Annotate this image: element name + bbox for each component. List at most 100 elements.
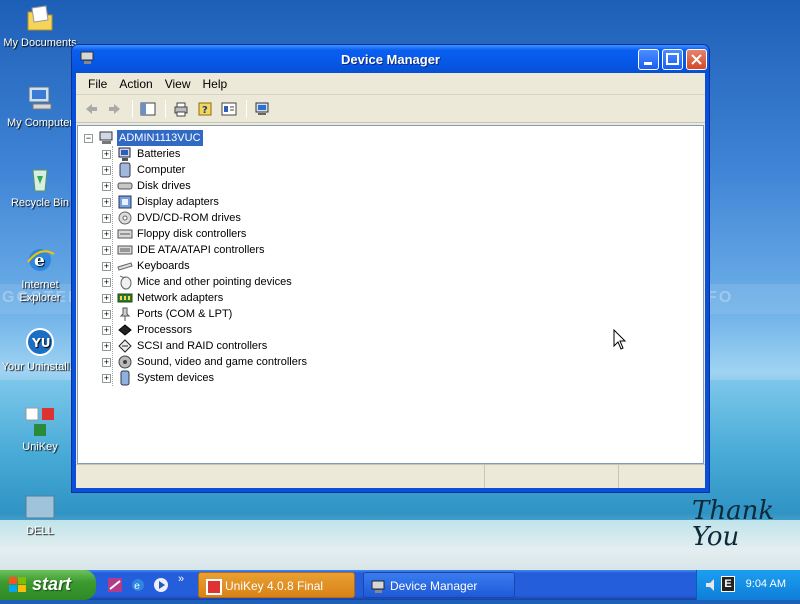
tree-item-computer[interactable]: + Computer bbox=[84, 162, 344, 178]
properties-icon bbox=[221, 102, 237, 115]
expand-icon[interactable]: + bbox=[102, 294, 111, 303]
toolbar-separator bbox=[246, 99, 247, 118]
help-icon: ? bbox=[198, 102, 212, 116]
tree-item-label: Sound, video and game controllers bbox=[137, 356, 307, 368]
menu-bar: File Action View Help bbox=[76, 73, 705, 95]
svg-text:YU: YU bbox=[31, 336, 50, 350]
expand-icon[interactable]: + bbox=[102, 278, 111, 287]
quicklaunch-internet-explorer-icon[interactable]: e bbox=[130, 577, 146, 593]
expand-icon[interactable]: + bbox=[102, 326, 111, 335]
desktop-icon-internet-explorer[interactable]: e Internet Explorer bbox=[0, 244, 80, 305]
device-tree-pane[interactable]: − ADMIN1113VUC + Batteries + Computer + Disk … bbox=[77, 125, 704, 464]
show-hide-console-tree-button[interactable] bbox=[137, 98, 159, 120]
internet-explorer-icon: e bbox=[24, 244, 56, 276]
network-adapter-icon bbox=[117, 290, 133, 306]
device-tree: − ADMIN1113VUC + Batteries + Computer + Disk … bbox=[84, 130, 384, 386]
expand-icon[interactable]: + bbox=[102, 374, 111, 383]
unikey-icon bbox=[24, 406, 56, 438]
sound-icon bbox=[117, 354, 133, 370]
unikey-tray-icon[interactable]: E bbox=[721, 576, 735, 592]
computer-icon bbox=[24, 82, 56, 114]
back-button[interactable] bbox=[80, 98, 102, 120]
desktop-icon-dell[interactable]: DELL bbox=[0, 490, 80, 538]
menu-action[interactable]: Action bbox=[113, 75, 158, 93]
menu-view[interactable]: View bbox=[159, 75, 197, 93]
dell-folder-icon bbox=[24, 490, 56, 522]
tree-root-label: ADMIN1113VUC bbox=[117, 130, 203, 146]
expand-icon[interactable]: + bbox=[102, 230, 111, 239]
dvd-icon bbox=[117, 210, 133, 226]
tree-item-label: Network adapters bbox=[137, 292, 224, 304]
start-button[interactable]: start bbox=[0, 570, 96, 600]
show-hide-tree-icon bbox=[140, 102, 156, 115]
tree-item-scsi-and-raid-controllers[interactable]: + SCSI and RAID controllers bbox=[84, 338, 344, 354]
window-title: Device Manager bbox=[341, 52, 440, 67]
expand-icon[interactable]: + bbox=[102, 166, 111, 175]
clock[interactable]: 9:04 AM bbox=[746, 578, 786, 590]
expand-icon[interactable]: + bbox=[102, 214, 111, 223]
tree-item-label: Ports (COM & LPT) bbox=[137, 308, 233, 320]
print-button[interactable] bbox=[170, 98, 192, 120]
mouse-icon bbox=[117, 274, 133, 290]
volume-icon[interactable] bbox=[705, 577, 719, 596]
expand-icon[interactable]: + bbox=[102, 182, 111, 191]
collapse-icon[interactable]: − bbox=[84, 134, 93, 143]
desktop-icon-my-documents[interactable]: My Documents bbox=[0, 2, 80, 50]
toolbar-separator bbox=[165, 99, 166, 118]
tree-item-system-devices[interactable]: + System devices bbox=[84, 370, 344, 386]
tree-root[interactable]: − ADMIN1113VUC bbox=[84, 130, 384, 146]
status-pane bbox=[619, 465, 705, 488]
menu-help[interactable]: Help bbox=[197, 75, 234, 93]
menu-file[interactable]: File bbox=[82, 75, 113, 93]
expand-icon[interactable]: + bbox=[102, 262, 111, 271]
tree-item-processors[interactable]: + Processors bbox=[84, 322, 344, 338]
desktop-icon-recycle-bin[interactable]: Recycle Bin bbox=[0, 162, 80, 210]
tree-item-network-adapters[interactable]: + Network adapters bbox=[84, 290, 344, 306]
quicklaunch-media-player-icon[interactable] bbox=[153, 577, 169, 593]
desktop-icon-your-uninstaller[interactable]: YU Your Uninstall... bbox=[0, 326, 80, 374]
display-adapter-icon bbox=[117, 194, 133, 210]
folder-icon bbox=[24, 2, 56, 34]
tree-item-label: SCSI and RAID controllers bbox=[137, 340, 268, 352]
expand-icon[interactable]: + bbox=[102, 310, 111, 319]
help-button[interactable]: ? bbox=[194, 98, 216, 120]
print-icon bbox=[174, 102, 188, 116]
status-bar bbox=[76, 464, 705, 488]
expand-icon[interactable]: + bbox=[102, 246, 111, 255]
tree-item-mice-and-other-pointing-devices[interactable]: + Mice and other pointing devices bbox=[84, 274, 344, 290]
quicklaunch-overflow-icon[interactable]: » bbox=[178, 573, 194, 589]
properties-button[interactable] bbox=[218, 98, 240, 120]
desktop-icon-my-computer[interactable]: My Computer bbox=[0, 82, 80, 130]
minimize-button[interactable] bbox=[638, 49, 659, 70]
taskbar-button-unikey[interactable]: UniKey 4.0.8 Final bbox=[198, 572, 355, 598]
quicklaunch-winrar-icon[interactable] bbox=[107, 577, 123, 593]
tree-item-keyboards[interactable]: + Keyboards bbox=[84, 258, 344, 274]
scan-hardware-button[interactable] bbox=[251, 98, 273, 120]
expand-icon[interactable]: + bbox=[102, 150, 111, 159]
forward-button[interactable] bbox=[104, 98, 126, 120]
tree-item-display-adapters[interactable]: + Display adapters bbox=[84, 194, 344, 210]
taskbar-button-device-manager[interactable]: Device Manager bbox=[363, 572, 515, 598]
tree-item-dvd-cd-rom-drives[interactable]: + DVD/CD-ROM drives bbox=[84, 210, 344, 226]
close-button[interactable] bbox=[686, 49, 707, 70]
tree-item-sound-video-and-game-controllers[interactable]: + Sound, video and game controllers bbox=[84, 354, 344, 370]
expand-icon[interactable]: + bbox=[102, 342, 111, 351]
tree-item-batteries[interactable]: + Batteries bbox=[84, 146, 344, 162]
maximize-button[interactable] bbox=[662, 49, 683, 70]
tree-item-ide-ata-atapi-controllers[interactable]: + IDE ATA/ATAPI controllers bbox=[84, 242, 344, 258]
tree-item-label: Mice and other pointing devices bbox=[137, 276, 292, 288]
title-bar[interactable]: Device Manager bbox=[72, 45, 709, 73]
tree-item-label: Processors bbox=[137, 324, 193, 336]
desktop-icon-unikey[interactable]: UniKey bbox=[0, 406, 80, 454]
system-devices-icon bbox=[117, 370, 133, 386]
desktop-icon-label: Your Uninstall... bbox=[1, 361, 79, 373]
device-manager-icon bbox=[371, 578, 387, 594]
desktop-icon-label: Recycle Bin bbox=[10, 197, 70, 209]
tree-item-floppy-disk-controllers[interactable]: + Floppy disk controllers bbox=[84, 226, 344, 242]
device-manager-window[interactable]: Device Manager File Action View Help ? −… bbox=[71, 44, 710, 493]
tree-item-ports-com-lpt[interactable]: + Ports (COM & LPT) bbox=[84, 306, 344, 322]
tree-item-disk-drives[interactable]: + Disk drives bbox=[84, 178, 344, 194]
expand-icon[interactable]: + bbox=[102, 358, 111, 367]
computer-icon bbox=[117, 162, 133, 178]
expand-icon[interactable]: + bbox=[102, 198, 111, 207]
